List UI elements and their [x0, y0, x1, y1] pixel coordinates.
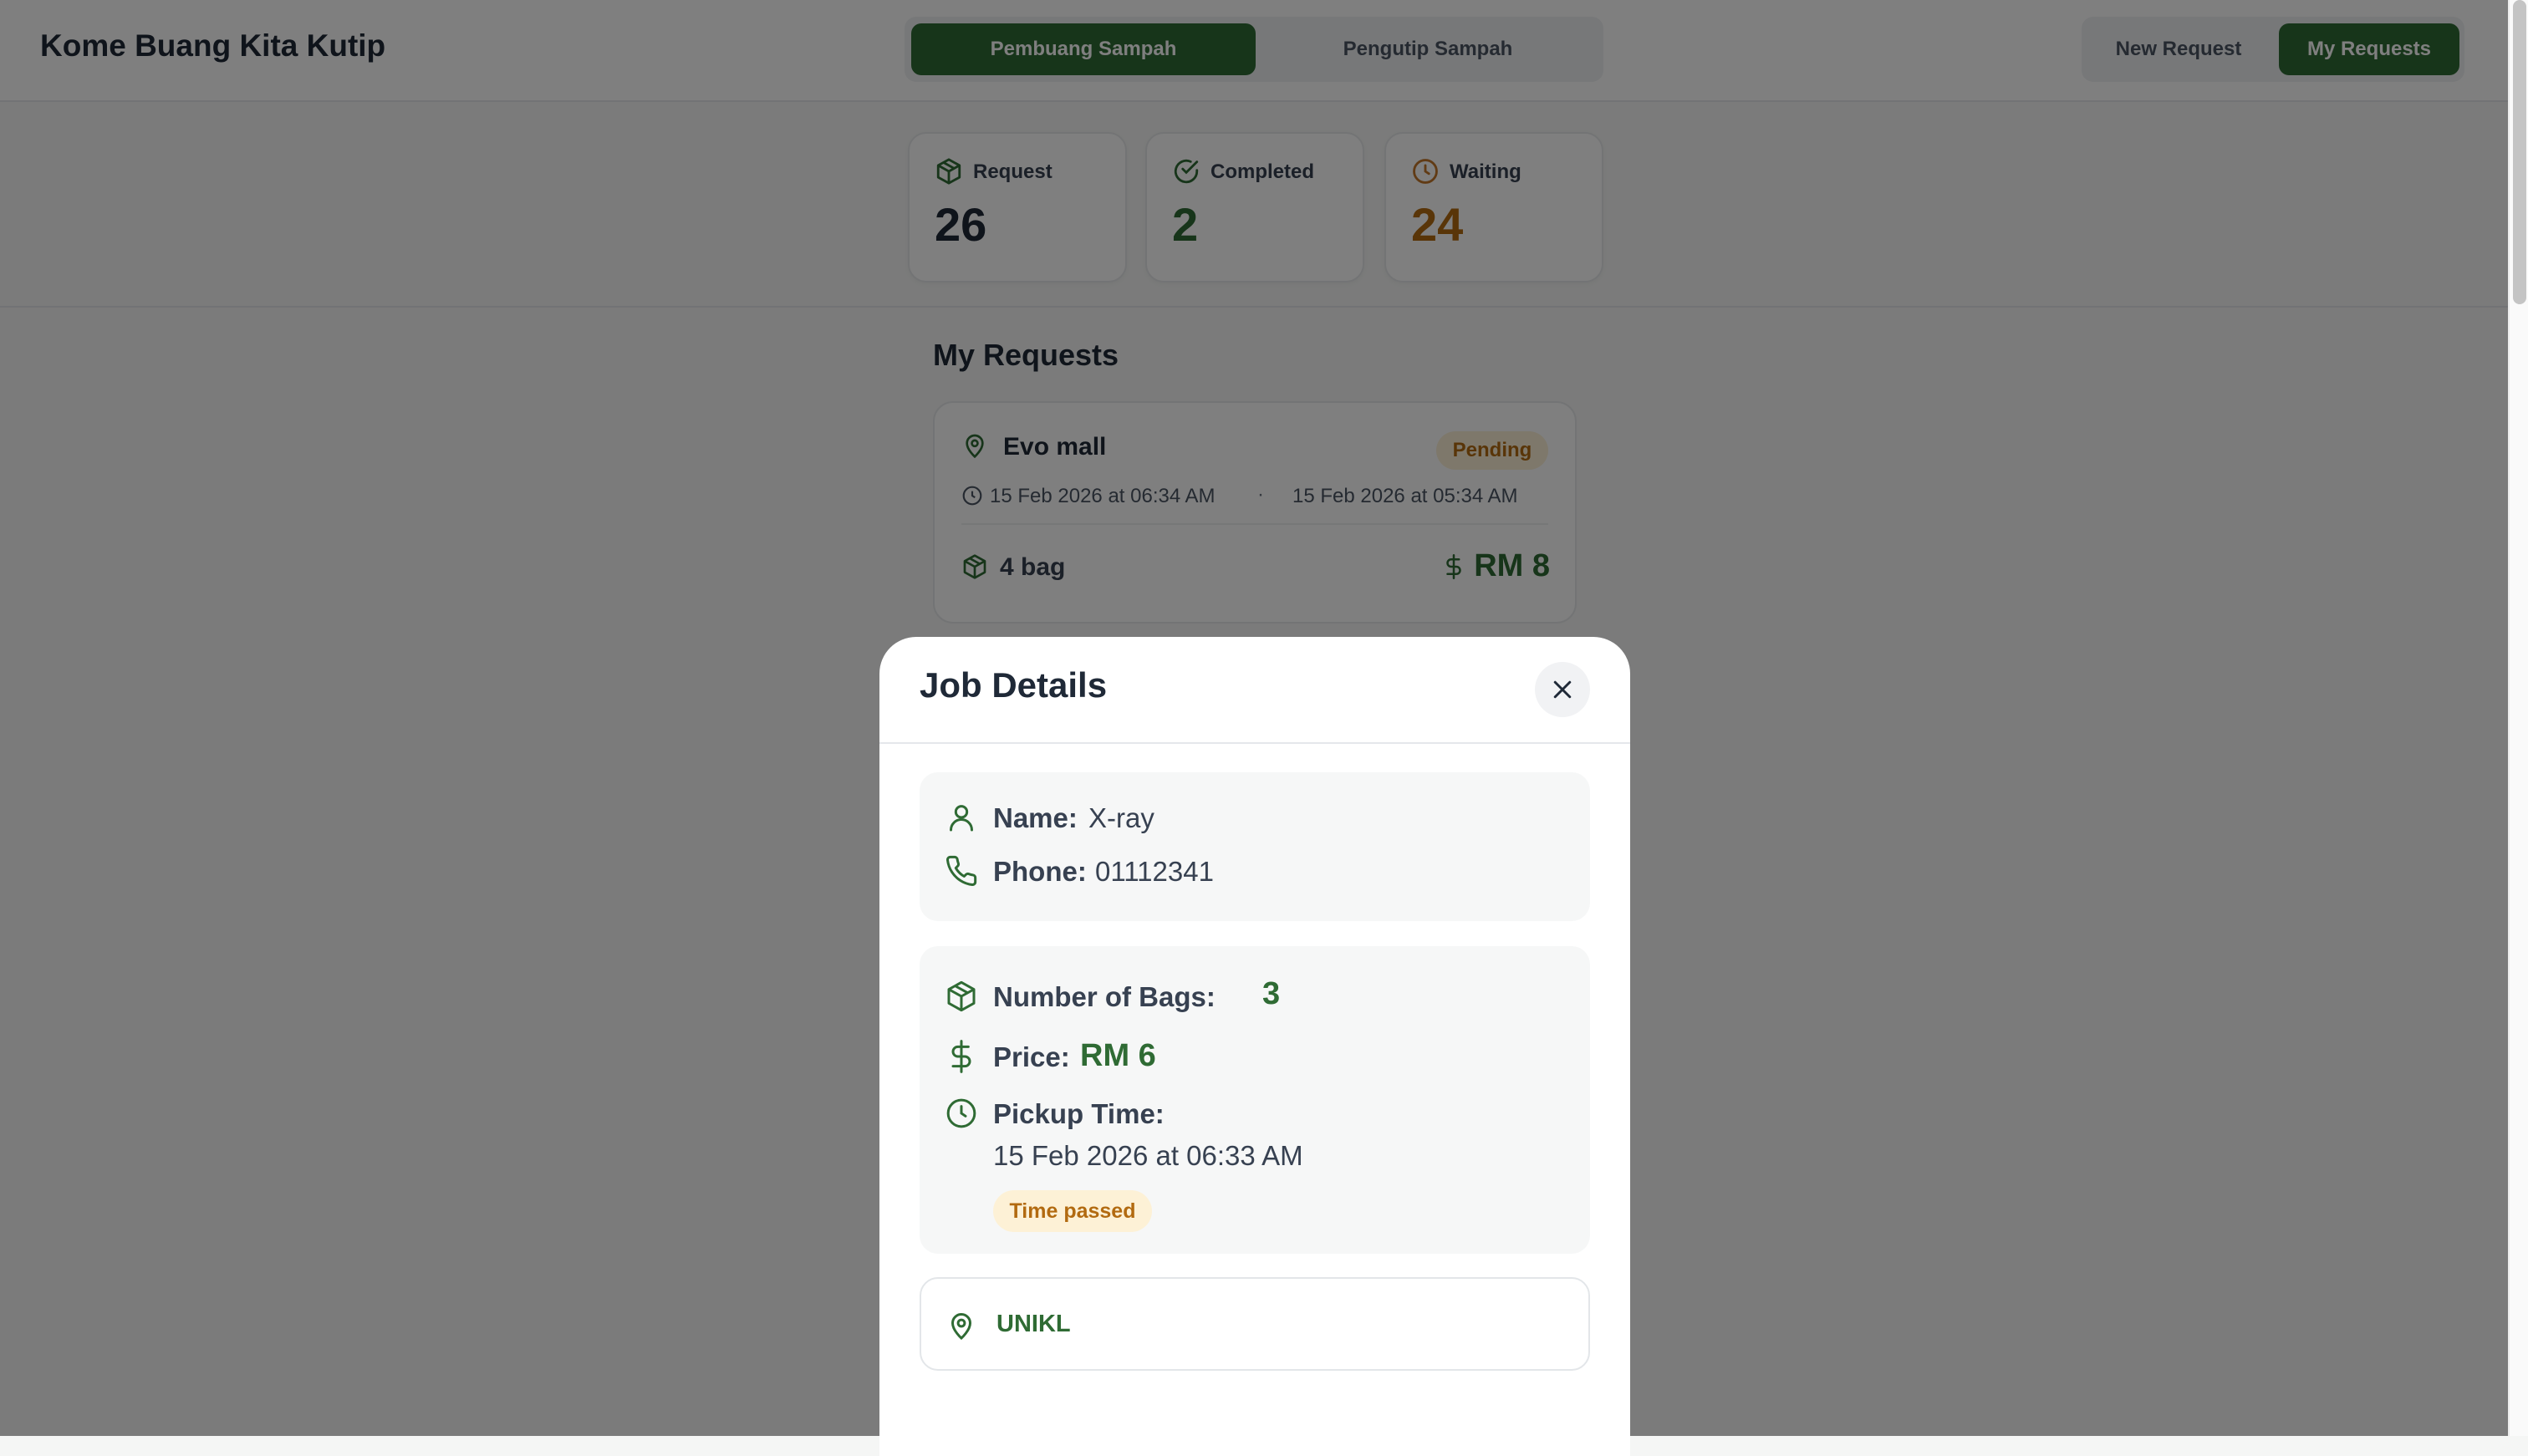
phone-value: 01112341 — [1095, 856, 1214, 887]
scrollbar[interactable] — [2508, 0, 2528, 1436]
clock-icon — [945, 1097, 978, 1130]
phone-icon — [945, 854, 978, 888]
price-label: Price: — [993, 1041, 1070, 1072]
pickup-time-label: Pickup Time: — [993, 1098, 1165, 1129]
bags-value: 3 — [1262, 976, 1281, 1011]
name-label: Name: — [993, 802, 1078, 833]
map-pin-icon — [946, 1309, 976, 1342]
price-value: RM 6 — [1080, 1038, 1156, 1073]
dollar-icon — [945, 1040, 978, 1073]
modal-title: Job Details — [920, 665, 1108, 705]
close-button[interactable] — [1535, 662, 1590, 717]
phone-label: Phone: — [993, 856, 1087, 887]
name-value: X-ray — [1088, 802, 1154, 833]
package-icon — [945, 980, 978, 1013]
scrollbar-thumb[interactable] — [2513, 0, 2526, 304]
user-icon — [945, 801, 978, 834]
job-panel: Number of Bags: 3 Price: RM 6 Pickup Tim… — [920, 946, 1590, 1254]
pickup-time-value: 15 Feb 2026 at 06:33 AM — [993, 1140, 1303, 1171]
location-name: UNIKL — [996, 1311, 1071, 1337]
modal-header: Job Details — [879, 637, 1630, 744]
job-details-modal: Job Details Name: X-ray Phone: 01112341 … — [879, 637, 1630, 1456]
location-box[interactable]: UNIKL — [920, 1277, 1590, 1371]
bags-label: Number of Bags: — [993, 981, 1216, 1012]
time-passed-badge: Time passed — [993, 1190, 1152, 1232]
close-icon — [1550, 677, 1575, 702]
contact-panel: Name: X-ray Phone: 01112341 — [920, 772, 1590, 921]
